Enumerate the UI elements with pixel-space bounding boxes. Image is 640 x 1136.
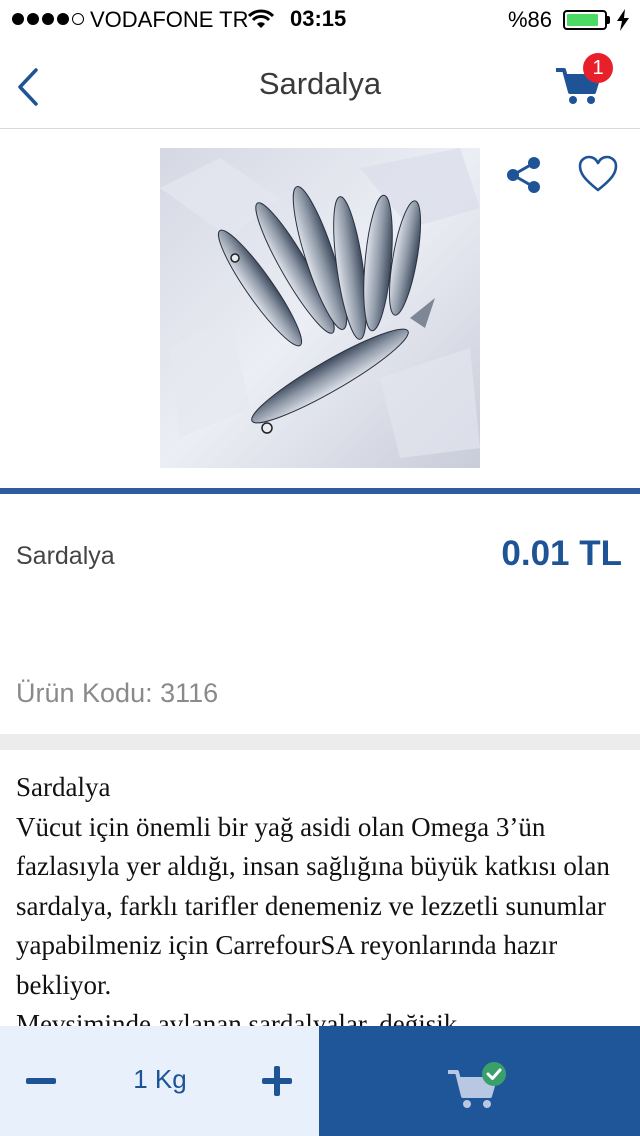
plus-icon[interactable] <box>262 1066 292 1096</box>
product-image <box>160 148 480 468</box>
description-line: Mevsiminde avlanan sardalyalar, değişik <box>16 1009 458 1026</box>
battery-percent: %86 <box>508 7 553 32</box>
minus-icon[interactable] <box>26 1078 56 1084</box>
status-bar: VODAFONE TR 03:15 %86 <box>0 0 640 40</box>
quantity-stepper: 1 Kg <box>0 1026 319 1136</box>
carrier-name: VODAFONE TR <box>90 7 249 32</box>
description-line: Sardalya <box>16 772 111 802</box>
quantity-value: 1 Kg <box>133 1064 187 1094</box>
bottom-action-bar: 1 Kg <box>0 1026 640 1136</box>
section-separator <box>0 734 640 750</box>
signal-strength-icon <box>12 13 84 25</box>
clock: 03:15 <box>290 6 347 31</box>
navigation-bar: Sardalya 1 <box>0 40 640 129</box>
add-to-cart-button[interactable] <box>319 1026 640 1136</box>
wifi-icon <box>248 9 274 28</box>
charging-bolt-icon <box>617 9 629 31</box>
battery-icon <box>563 10 607 30</box>
product-code: Ürün Kodu: 3116 <box>16 678 219 708</box>
product-price: 0.01 TL <box>501 534 622 573</box>
heart-icon[interactable] <box>578 155 618 193</box>
share-icon[interactable] <box>504 156 542 194</box>
section-divider <box>0 488 640 494</box>
product-name: Sardalya <box>16 542 115 570</box>
description-line: Vücut için önemli bir yağ asidi olan Ome… <box>16 811 610 1000</box>
page-title: Sardalya <box>258 66 382 101</box>
battery-tip <box>607 16 610 24</box>
cart-check-icon <box>448 1062 506 1108</box>
product-description: Sardalya Vücut için önemli bir yağ asidi… <box>16 768 626 1026</box>
cart-count-badge: 1 <box>583 53 613 83</box>
